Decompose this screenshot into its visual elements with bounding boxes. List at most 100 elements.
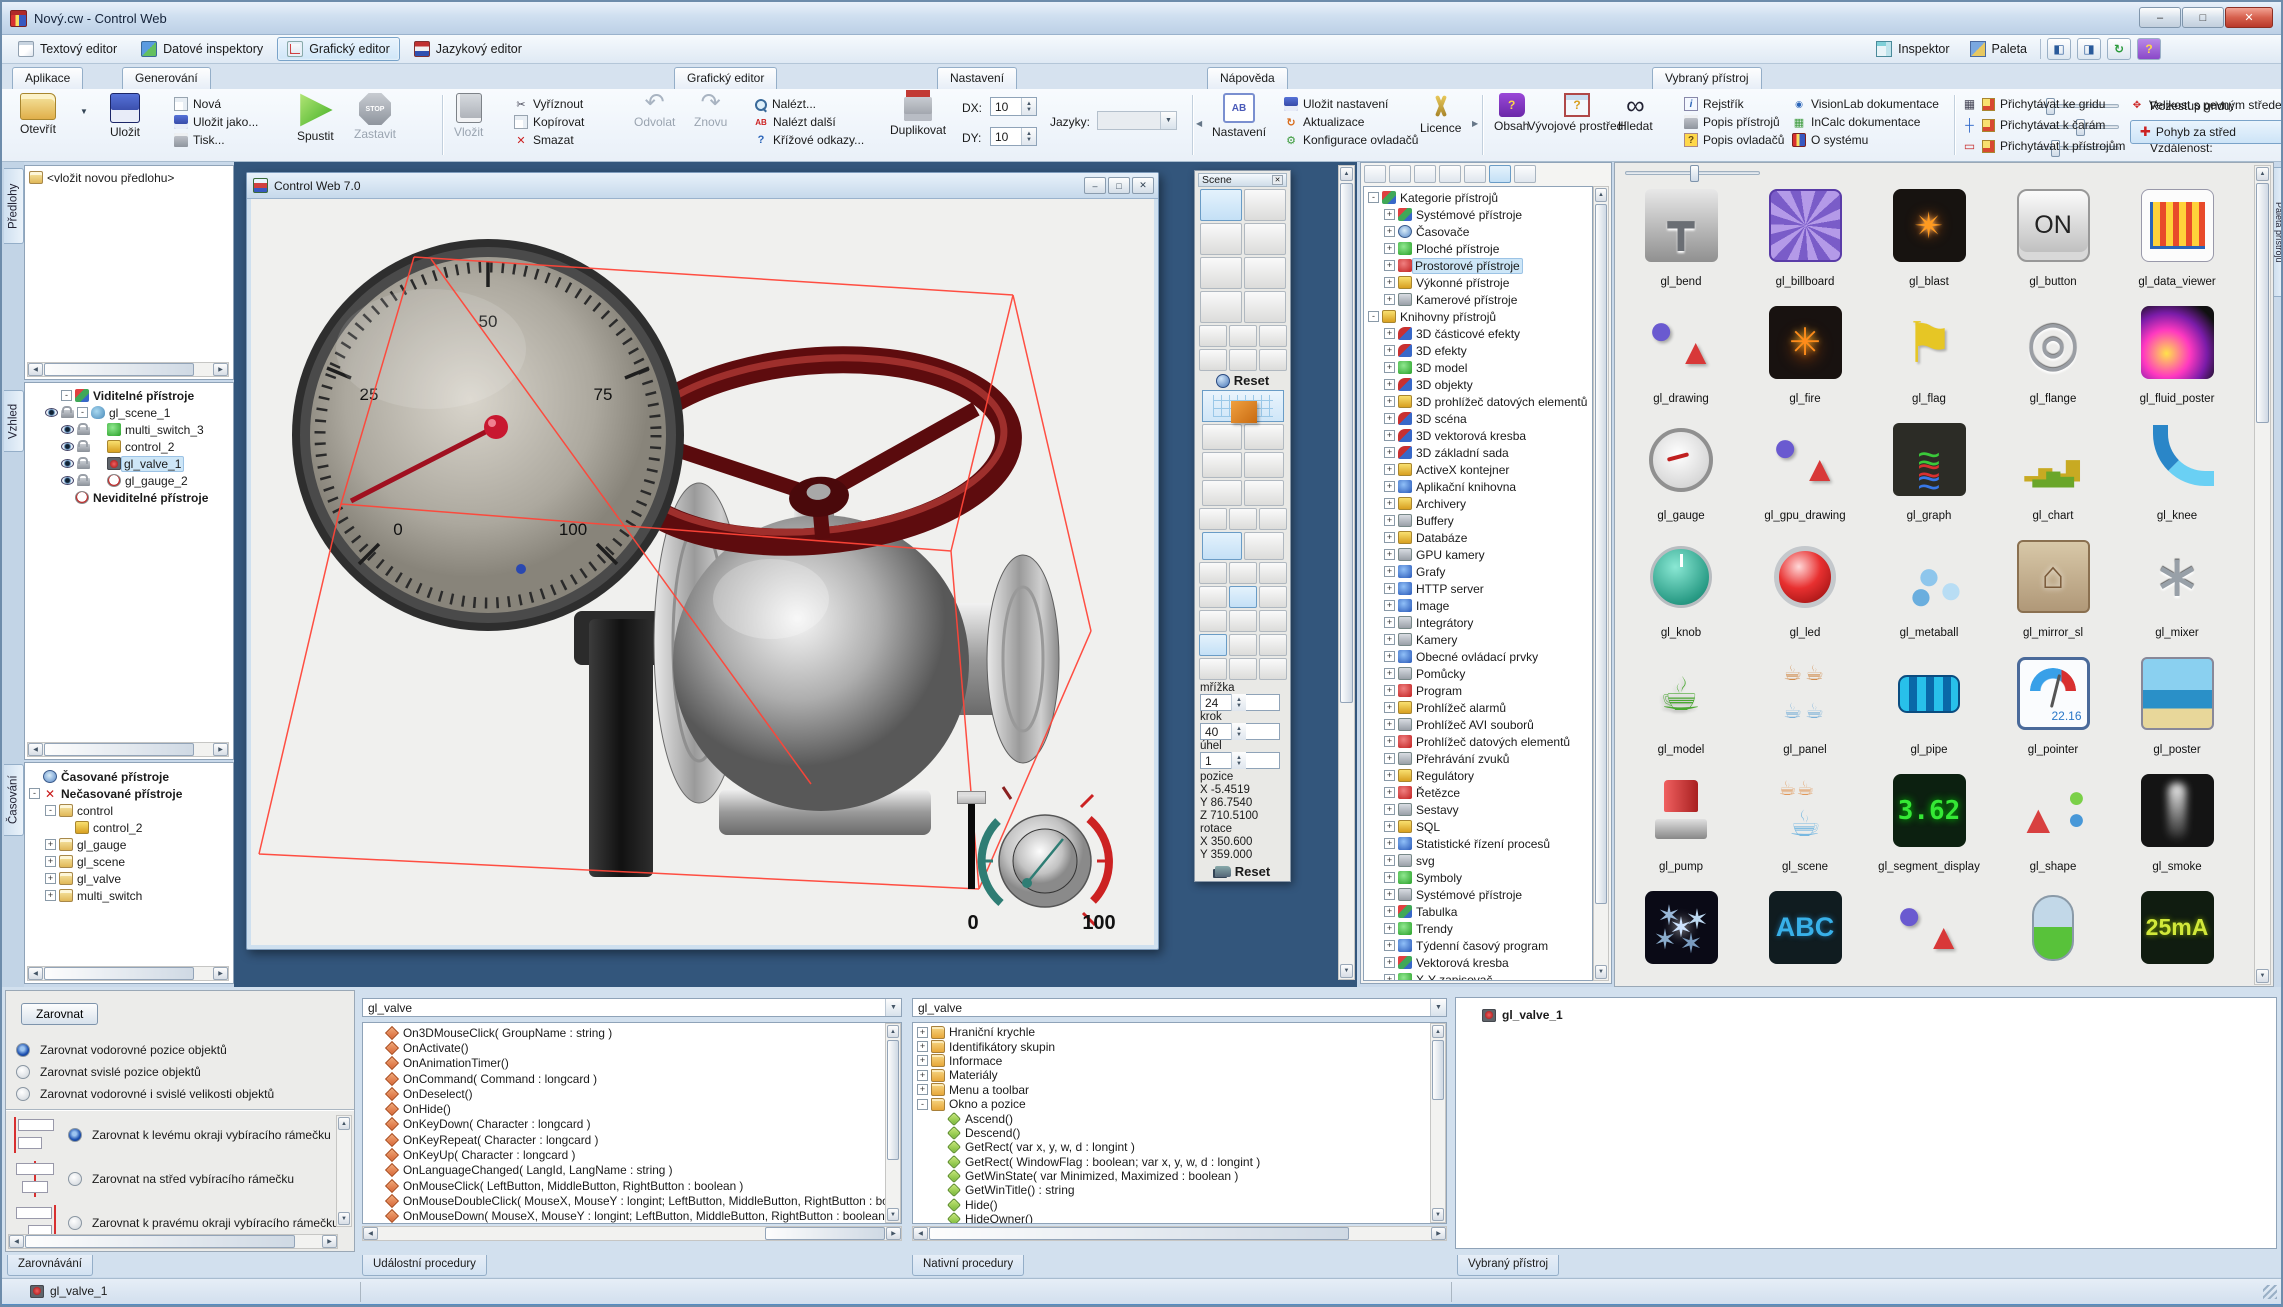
native-vscrollbar[interactable]: ▲ ▼: [1430, 1023, 1446, 1223]
dy-spinner[interactable]: 10▲▼: [990, 127, 1037, 146]
event-procedure-item[interactable]: OnAnimationTimer(): [363, 1056, 901, 1071]
mode-language-editor[interactable]: Jazykový editor: [404, 37, 532, 61]
document-title-bar[interactable]: Control Web 7.0: [247, 173, 1158, 199]
palette-item[interactable]: gl_flange: [1991, 304, 2115, 421]
event-procedure-item[interactable]: OnDeselect(): [363, 1086, 901, 1101]
tab-paleta-pristroju[interactable]: Paleta přístrojů: [2274, 167, 2283, 297]
tree-expand-box[interactable]: +: [45, 856, 56, 867]
tree-expand-box[interactable]: +: [1384, 668, 1395, 679]
scene-palette-title-bar[interactable]: Scene ✕: [1198, 173, 1287, 187]
event-procedure-item[interactable]: On3DMouseClick( GroupName : string ): [363, 1025, 901, 1040]
save-settings-button[interactable]: Uložit nastavení: [1284, 97, 1418, 111]
scene-help-tool[interactable]: [1259, 508, 1287, 530]
palette-item[interactable]: gl_smoke: [2115, 772, 2239, 889]
device-tree-row[interactable]: + Výkonné přístroje: [1364, 274, 1592, 291]
palette-item[interactable]: 22.16 gl_pointer: [1991, 655, 2115, 772]
native-procedure-row[interactable]: - Okno a pozice: [913, 1097, 1446, 1111]
device-tree-row[interactable]: + Grafy: [1364, 563, 1592, 580]
stop-button[interactable]: STOP Zastavit: [354, 93, 396, 140]
alignment-hscrollbar[interactable]: ◀ ▶: [8, 1234, 338, 1249]
help-book-button[interactable]: ?: [2137, 38, 2161, 60]
native-procedure-row[interactable]: + Hraniční krychle: [913, 1025, 1446, 1039]
radio-align-both-sizes[interactable]: Zarovnat vodorovné i svislé velikosti ob…: [16, 1087, 274, 1101]
dev-environment-help-button[interactable]: ? Vývojové prostředí: [1542, 93, 1612, 132]
scene-palette[interactable]: Scene ✕ Reset mřížka 24▲▼ krok 40▲▼ úhel…: [1194, 170, 1291, 882]
tree-expand-box[interactable]: +: [917, 1041, 928, 1052]
timing-tree-row[interactable]: + gl_valve: [25, 870, 233, 887]
title-bar[interactable]: Nový.cw - Control Web: [2, 2, 2281, 35]
tab-vybrany-pristroj[interactable]: Vybraný přístroj: [1652, 67, 1762, 89]
timing-tree-row[interactable]: control_2: [25, 819, 233, 836]
align-center-option[interactable]: Zarovnat na střed vybíracího rámečku: [12, 1161, 332, 1197]
timing-tree-row[interactable]: Časované přístroje: [25, 768, 233, 785]
device-tree-row[interactable]: + Databáze: [1364, 529, 1592, 546]
tree-expand-box[interactable]: +: [1384, 974, 1395, 981]
scene-reset-view-button[interactable]: Reset: [1198, 373, 1287, 388]
scene-grid-yz[interactable]: [1229, 634, 1257, 656]
palette-vscrollbar[interactable]: ▲ ▼: [2254, 165, 2271, 985]
palette-item[interactable]: gl_scene: [1743, 772, 1867, 889]
scene-tool-axes[interactable]: [1244, 223, 1286, 255]
scene-tool-move-plane[interactable]: [1244, 257, 1286, 289]
timing-hscrollbar[interactable]: ◀ ▶: [27, 966, 229, 981]
index-button[interactable]: iRejstřík: [1684, 97, 1784, 111]
scene-rotate-neg90-y[interactable]: [1229, 349, 1257, 371]
device-tree-row[interactable]: + Systémové přístroje: [1364, 206, 1592, 223]
timing-tree-row[interactable]: - Nečasované přístroje: [25, 785, 233, 802]
tree-expand-box[interactable]: -: [1368, 192, 1379, 203]
tree-expand-box[interactable]: +: [1384, 583, 1395, 594]
scene-tool-rotate-free[interactable]: [1200, 291, 1242, 323]
refresh-button[interactable]: ↻: [2107, 38, 2131, 60]
timing-tree-row[interactable]: + gl_gauge: [25, 836, 233, 853]
tree-expand-box[interactable]: +: [1384, 889, 1395, 900]
timing-tree-row[interactable]: - control: [25, 802, 233, 819]
lock-icon[interactable]: [77, 444, 90, 452]
device-tree-row[interactable]: - Knihovny přístrojů: [1364, 308, 1592, 325]
device-tree-row[interactable]: + Prohlížeč AVI souborů: [1364, 716, 1592, 733]
close-button[interactable]: ✕: [2225, 7, 2273, 28]
tree-expand-box[interactable]: +: [1384, 617, 1395, 628]
tree-expand-box[interactable]: +: [1384, 379, 1395, 390]
radio-button[interactable]: [68, 1172, 82, 1186]
event-procedure-item[interactable]: OnActivate(): [363, 1040, 901, 1055]
scene-grid-yz2[interactable]: [1229, 658, 1257, 680]
scene-pan-tool[interactable]: [1199, 508, 1227, 530]
device-tree-row[interactable]: + 3D částicové efekty: [1364, 325, 1592, 342]
licence-button[interactable]: Licence: [1420, 93, 1461, 134]
palette-zoom-thumb[interactable]: [1690, 165, 1699, 182]
tree-expand-box[interactable]: +: [1384, 294, 1395, 305]
tree-expand-box[interactable]: +: [1384, 787, 1395, 798]
native-hscrollbar[interactable]: ◀ ▶: [912, 1226, 1447, 1241]
palette-item[interactable]: gl_data_viewer: [2115, 187, 2239, 304]
find-button[interactable]: Nalézt...: [754, 97, 864, 111]
radio-button[interactable]: [16, 1043, 30, 1057]
new-button[interactable]: Nová: [174, 97, 258, 111]
device-tree-row[interactable]: + Regulátory: [1364, 767, 1592, 784]
palette-item[interactable]: gl_poster: [2115, 655, 2239, 772]
device-tree-row[interactable]: + Přehrávání zvuků: [1364, 750, 1592, 767]
events-hscrollbar[interactable]: ◀ ▶: [362, 1226, 902, 1241]
devtree-collapse-all-button[interactable]: [1389, 165, 1411, 183]
layout-window-1-button[interactable]: ◧: [2047, 38, 2071, 60]
palette-item[interactable]: gl_fire: [1743, 304, 1867, 421]
mode-data-inspectors[interactable]: Datové inspektory: [131, 37, 273, 61]
native-device-combo[interactable]: gl_valve▼: [912, 998, 1447, 1017]
scene-rotate-90-z[interactable]: [1259, 325, 1287, 347]
zarovnat-button[interactable]: Zarovnat: [21, 1003, 98, 1025]
driver-description-button[interactable]: ?Popis ovladačů: [1684, 133, 1784, 147]
lock-icon[interactable]: [61, 410, 74, 418]
scene-rotate-neg90-z[interactable]: [1259, 349, 1287, 371]
device-tree-row[interactable]: + 3D prohlížeč datových elementů: [1364, 393, 1592, 410]
device-tree-row[interactable]: + svg: [1364, 852, 1592, 869]
palette-item[interactable]: gl_graph: [1867, 421, 1991, 538]
device-tree-row[interactable]: + Vektorová kresba: [1364, 954, 1592, 971]
minimize-button[interactable]: –: [2139, 7, 2181, 28]
tree-expand-box[interactable]: +: [1384, 345, 1395, 356]
slider-handle[interactable]: [957, 791, 986, 804]
tree-expand-box[interactable]: +: [1384, 464, 1395, 475]
device-tree-row[interactable]: + Kamery: [1364, 631, 1592, 648]
cut-button[interactable]: ✂Vyříznout: [514, 97, 584, 111]
tree-expand-box[interactable]: +: [1384, 566, 1395, 577]
snap-lines-toggle[interactable]: [1982, 119, 1995, 132]
lock-icon[interactable]: [77, 461, 90, 469]
